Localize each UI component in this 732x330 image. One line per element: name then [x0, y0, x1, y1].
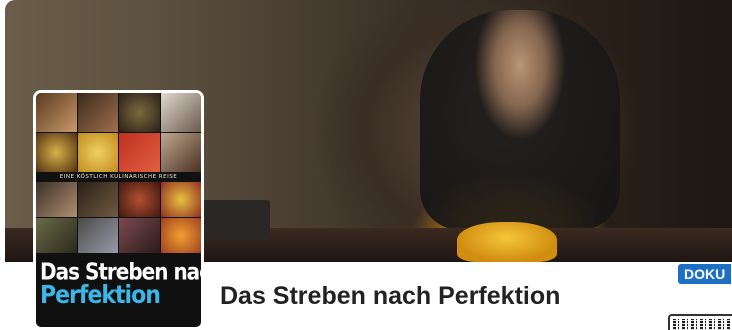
- poster-photo: [160, 133, 201, 172]
- poster-title-line2: Perfektion: [40, 281, 161, 310]
- poster-photo: [119, 218, 160, 253]
- scene-box: [200, 200, 270, 240]
- poster-photo: [119, 93, 160, 132]
- page-title: Das Streben nach Perfektion: [220, 282, 561, 310]
- poster-photo: [119, 133, 160, 172]
- poster-tagline: EINE KÖSTLICH KULINARISCHE REISE: [36, 172, 201, 182]
- poster-photo: [36, 93, 77, 132]
- poster-photo: [77, 182, 118, 217]
- poster-photo-grid-bottom: [36, 182, 201, 253]
- poster-photo: [77, 93, 118, 132]
- poster-photo-grid-top: [36, 93, 201, 172]
- qr-code-mask: [673, 319, 731, 330]
- scene-figure: [420, 10, 620, 230]
- genre-badge[interactable]: DOKU: [678, 264, 732, 284]
- poster-photo: [36, 133, 77, 172]
- poster-thumbnail[interactable]: EINE KÖSTLICH KULINARISCHE REISE Das Str…: [33, 90, 204, 330]
- poster-photo: [160, 218, 201, 253]
- poster-photo: [77, 218, 118, 253]
- qr-code-icon[interactable]: [668, 314, 732, 330]
- poster-photo: [160, 182, 201, 217]
- poster-photo: [160, 93, 201, 132]
- scene-bowl: [457, 222, 557, 262]
- poster-photo: [119, 182, 160, 217]
- poster-photo: [36, 218, 77, 253]
- poster-photo: [36, 182, 77, 217]
- poster-photo: [77, 133, 118, 172]
